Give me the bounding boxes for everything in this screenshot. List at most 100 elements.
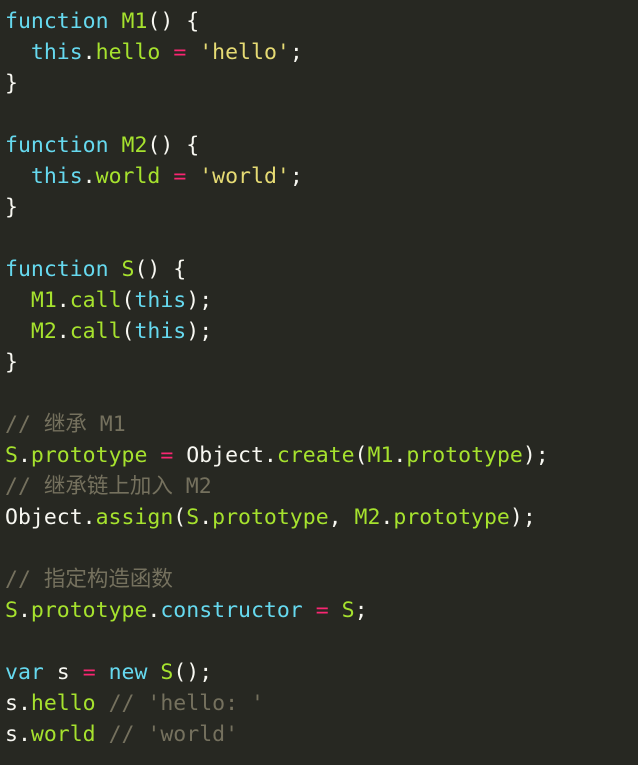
code-token: .: [56, 288, 70, 313]
code-token: s: [5, 691, 18, 716]
code-editor[interactable]: function M1() { this.hello = 'hello';} fu…: [0, 0, 638, 765]
code-token: );: [186, 288, 213, 313]
code-token: (: [354, 443, 368, 468]
code-token: (: [173, 505, 187, 530]
code-token: =: [160, 443, 174, 468]
code-line: M1.call(this);: [5, 285, 638, 316]
code-token: prototype: [393, 505, 510, 530]
code-token: 'hello': [199, 40, 290, 65]
code-token: M1: [30, 288, 57, 313]
code-token: this: [30, 40, 83, 65]
code-line: // 指定构造函数: [5, 564, 638, 595]
code-token: // 指定构造函数: [5, 567, 173, 592]
code-line: s.world // 'world': [5, 719, 638, 750]
code-token: hello: [30, 691, 96, 716]
code-line: function S() {: [5, 254, 638, 285]
code-token: ;: [289, 40, 303, 65]
code-token: world: [30, 722, 96, 747]
code-line: var s = new S();: [5, 657, 638, 688]
code-token: this: [134, 288, 187, 313]
code-token: M1: [121, 9, 148, 34]
code-token: S: [160, 660, 174, 685]
code-token: s: [43, 660, 83, 685]
code-token: }: [5, 195, 18, 220]
code-token: ;: [289, 164, 303, 189]
code-token: constructor: [160, 598, 303, 623]
code-token: world: [95, 164, 161, 189]
code-token: S: [341, 598, 355, 623]
code-line: M2.call(this);: [5, 316, 638, 347]
code-token: =: [82, 660, 96, 685]
code-token: }: [5, 350, 18, 375]
code-token: (: [121, 319, 135, 344]
code-token: .: [82, 164, 96, 189]
code-token: prototype: [406, 443, 523, 468]
code-line: }: [5, 192, 638, 223]
code-line: }: [5, 347, 638, 378]
code-line: function M2() {: [5, 130, 638, 161]
code-token: function: [5, 9, 109, 34]
code-token: prototype: [30, 598, 148, 623]
code-token: // 继承 M1: [5, 412, 126, 437]
code-token: this: [30, 164, 83, 189]
code-line: this.world = 'world';: [5, 161, 638, 192]
code-token: M2: [354, 505, 381, 530]
code-token: () {: [147, 133, 200, 158]
code-line: this.hello = 'hello';: [5, 37, 638, 68]
code-token: create: [276, 443, 355, 468]
code-token: .: [17, 722, 31, 747]
code-token: S: [186, 505, 200, 530]
code-token: call: [69, 288, 122, 313]
code-token: S: [121, 257, 135, 282]
code-token: .: [380, 505, 394, 530]
code-token: );: [186, 319, 213, 344]
code-token: M2: [30, 319, 57, 344]
code-token: M2: [121, 133, 148, 158]
code-line: // 继承链上加入 M2: [5, 471, 638, 502]
code-token: .: [393, 443, 407, 468]
code-token: .: [17, 691, 31, 716]
code-token: this: [134, 319, 187, 344]
code-token: ();: [173, 660, 213, 685]
code-token: call: [69, 319, 122, 344]
code-token: M1: [367, 443, 394, 468]
code-token: .: [17, 598, 31, 623]
code-token: prototype: [30, 443, 148, 468]
code-token: function: [5, 133, 109, 158]
code-token: }: [5, 71, 18, 96]
code-token: ;: [354, 598, 368, 623]
code-line: function M1() {: [5, 6, 638, 37]
code-token: .: [17, 443, 31, 468]
code-token: hello: [95, 40, 161, 65]
code-token: // 继承链上加入 M2: [5, 474, 212, 499]
code-token: .: [82, 40, 96, 65]
code-line: // 继承 M1: [5, 409, 638, 440]
code-token: new: [108, 660, 148, 685]
code-token: );: [509, 505, 536, 530]
code-token: .: [199, 505, 213, 530]
code-token: (: [121, 288, 135, 313]
code-line: }: [5, 68, 638, 99]
code-token: // 'hello: ': [95, 691, 264, 716]
code-token: S: [5, 598, 18, 623]
code-line: s.hello // 'hello: ': [5, 688, 638, 719]
code-token: prototype: [212, 505, 329, 530]
